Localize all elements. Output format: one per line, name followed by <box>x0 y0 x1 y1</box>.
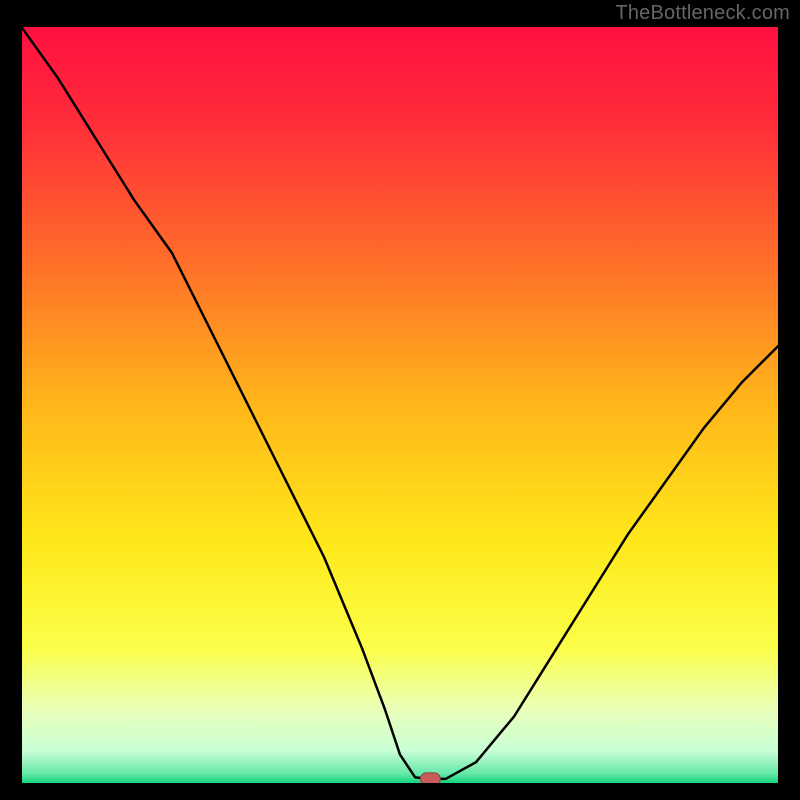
plot-border <box>20 25 780 785</box>
watermark-label: TheBottleneck.com <box>615 2 790 25</box>
chart-root: { "watermark": "TheBottleneck.com", "col… <box>0 0 800 800</box>
